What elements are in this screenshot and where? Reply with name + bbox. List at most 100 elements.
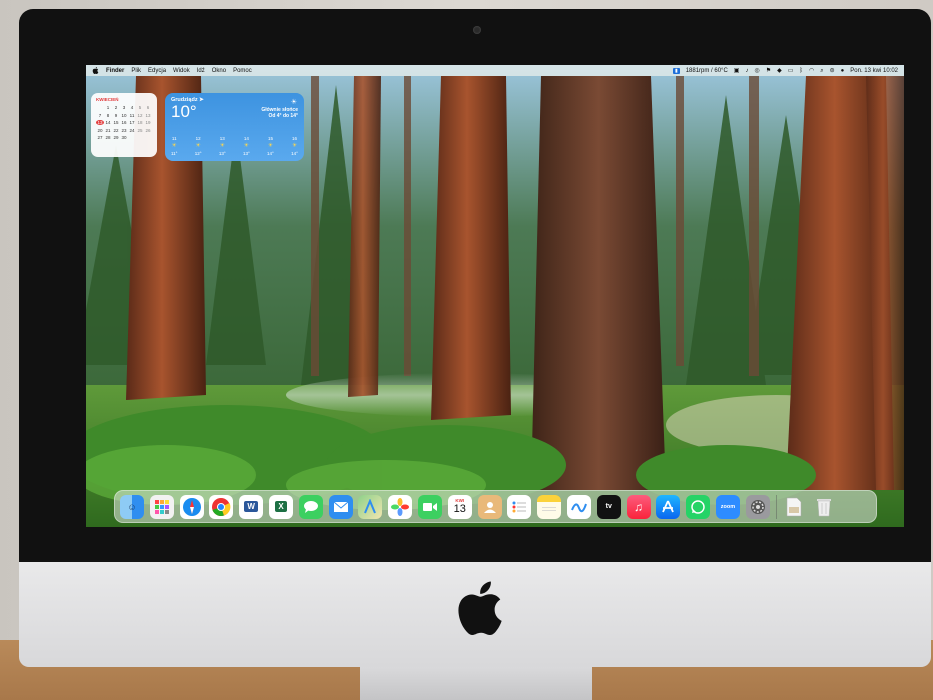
apple-menu-icon[interactable] bbox=[92, 67, 99, 74]
menu-go[interactable]: Idź bbox=[197, 68, 205, 74]
calendar-day: 30 bbox=[121, 135, 127, 140]
calendar-day: 16 bbox=[121, 120, 127, 125]
settings-icon[interactable] bbox=[745, 494, 770, 519]
photos-icon[interactable] bbox=[388, 494, 413, 519]
sun-icon: ☀ bbox=[219, 143, 225, 149]
weather-condition: Głównie słońce Od 4° do 14° bbox=[261, 107, 298, 119]
weather-widget[interactable]: Grudziądz ➤ 10° ☀ Głównie słońce Od 4° d… bbox=[165, 93, 304, 161]
sun-icon: ☀ bbox=[290, 99, 297, 106]
cast-icon[interactable]: ▭ bbox=[788, 68, 794, 74]
fan-stats-text[interactable]: 1881rpm / 60°C bbox=[686, 68, 728, 74]
calendar-day: 26 bbox=[145, 127, 151, 133]
forecast-hour-label: 11 bbox=[171, 136, 177, 141]
search-icon[interactable]: ⌕ bbox=[820, 68, 823, 74]
calendar-month: KWIECIEŃ bbox=[96, 97, 119, 102]
forecast-hour-label: 16 bbox=[292, 136, 298, 141]
sun-icon: ☀ bbox=[195, 143, 201, 149]
calendar-day: 18 bbox=[137, 120, 143, 125]
weather-range-text: Od 4° do 14° bbox=[268, 113, 298, 119]
calendar-day: 25 bbox=[137, 127, 143, 133]
calendar-widget[interactable]: KWIECIEŃ 1 2 3 4 5 6 7 8 9 10 11 12 13 1… bbox=[91, 93, 157, 157]
camera-icon bbox=[473, 26, 481, 34]
calendar-day bbox=[96, 105, 104, 110]
zoom-icon[interactable]: zoom bbox=[715, 494, 740, 519]
menu-window[interactable]: Okno bbox=[212, 68, 226, 74]
forecast-hour: 12 ☀ 12° bbox=[195, 136, 202, 156]
calendar-day bbox=[128, 135, 136, 140]
calendar-day: 23 bbox=[121, 127, 127, 133]
menu-app-name[interactable]: Finder bbox=[106, 68, 124, 74]
creative-cloud-icon[interactable]: ◎ bbox=[754, 68, 759, 74]
calendar-day: 2 bbox=[114, 105, 118, 110]
reminders-icon[interactable] bbox=[507, 494, 532, 519]
keyboard-icon[interactable]: ▣ bbox=[734, 68, 740, 74]
calendar-day: 1 bbox=[106, 105, 110, 110]
calendar-day: 10 bbox=[121, 112, 127, 118]
calendar-day: 7 bbox=[98, 112, 102, 118]
bell-icon[interactable]: ♪ bbox=[745, 68, 748, 74]
fan-stats-icon[interactable]: ▮ bbox=[672, 67, 680, 74]
facetime-icon[interactable] bbox=[417, 494, 442, 519]
forecast-hour-label: 15 bbox=[267, 136, 273, 141]
sun-icon: ☀ bbox=[243, 143, 250, 149]
appletv-icon[interactable]: tv bbox=[596, 494, 621, 519]
freeform-icon[interactable] bbox=[566, 494, 591, 519]
forecast-hour: 14 ☀ 13° bbox=[243, 136, 250, 156]
calendar-app-day: 13 bbox=[453, 503, 466, 515]
menu-view[interactable]: Widok bbox=[173, 68, 190, 74]
trash-icon[interactable] bbox=[812, 495, 836, 519]
zoom-label: zoom bbox=[720, 503, 736, 510]
forecast-temp: 13° bbox=[242, 151, 250, 156]
downloads-folder-icon[interactable] bbox=[782, 495, 806, 519]
control-center-icon[interactable]: ⊜ bbox=[830, 68, 835, 74]
menu-help[interactable]: Pomoc bbox=[233, 68, 252, 74]
calendar-grid: 1 2 3 4 5 6 7 8 9 10 11 12 13 13 14 15 1… bbox=[96, 105, 152, 140]
forecast-hour: 15 ☀ 14° bbox=[267, 136, 274, 156]
messages-icon[interactable] bbox=[298, 494, 323, 519]
apple-logo-icon bbox=[458, 581, 502, 635]
chrome-icon[interactable] bbox=[209, 494, 234, 519]
calendar-day: 14 bbox=[105, 120, 111, 125]
bluetooth-icon[interactable]: ᛒ bbox=[799, 68, 803, 74]
excel-icon[interactable]: X bbox=[268, 494, 293, 519]
calendar-app-icon[interactable]: KWI 13 bbox=[447, 494, 472, 519]
siri-icon[interactable]: ● bbox=[841, 68, 845, 74]
mail-icon[interactable] bbox=[328, 494, 353, 519]
contacts-icon[interactable] bbox=[477, 494, 502, 519]
word-icon[interactable]: W bbox=[239, 494, 264, 519]
menu-file[interactable]: Plik bbox=[131, 68, 141, 74]
calendar-day: 24 bbox=[129, 127, 135, 133]
forecast-hour: 16 ☀ 14° bbox=[291, 136, 298, 156]
app-store-icon[interactable] bbox=[656, 494, 681, 519]
calendar-day: 17 bbox=[129, 120, 135, 125]
imac-computer: Finder Plik Edycja Widok Idź Okno Pomoc … bbox=[19, 9, 931, 669]
maps-icon[interactable] bbox=[358, 494, 383, 519]
dock: ☺ W X KWI 13 tv ♫ zoom bbox=[114, 490, 877, 523]
word-letter: W bbox=[244, 501, 258, 512]
launchpad-icon[interactable] bbox=[149, 494, 174, 519]
calendar-day: 27 bbox=[97, 135, 103, 140]
safari-icon[interactable] bbox=[179, 494, 204, 519]
calendar-day: 19 bbox=[145, 120, 151, 125]
forecast-temp: 11° bbox=[171, 151, 178, 156]
menu-edit[interactable]: Edycja bbox=[148, 68, 166, 74]
forecast-temp: 14° bbox=[291, 151, 298, 156]
calendar-day: 4 bbox=[130, 105, 134, 110]
flag-icon[interactable]: ⚑ bbox=[766, 68, 771, 74]
wifi-icon[interactable]: ◠ bbox=[809, 68, 814, 74]
excel-letter: X bbox=[275, 501, 287, 512]
calendar-day: 13 bbox=[145, 112, 151, 118]
calendar-day: 29 bbox=[113, 135, 119, 140]
dropbox-icon[interactable]: ◆ bbox=[777, 68, 782, 74]
forecast-hour-label: 14 bbox=[243, 136, 249, 141]
finder-icon[interactable]: ☺ bbox=[120, 494, 144, 519]
calendar-day: 12 bbox=[137, 112, 143, 118]
menu-clock[interactable]: Pon. 13 kwi 10:02 bbox=[850, 68, 898, 74]
notes-icon[interactable] bbox=[537, 494, 562, 519]
calendar-day: 8 bbox=[106, 112, 110, 118]
whatsapp-icon[interactable] bbox=[686, 494, 711, 519]
forecast-hour: 11 ☀ 11° bbox=[171, 136, 177, 156]
music-icon[interactable]: ♫ bbox=[626, 494, 651, 519]
sun-icon: ☀ bbox=[291, 143, 298, 149]
sun-icon: ☀ bbox=[171, 143, 177, 149]
